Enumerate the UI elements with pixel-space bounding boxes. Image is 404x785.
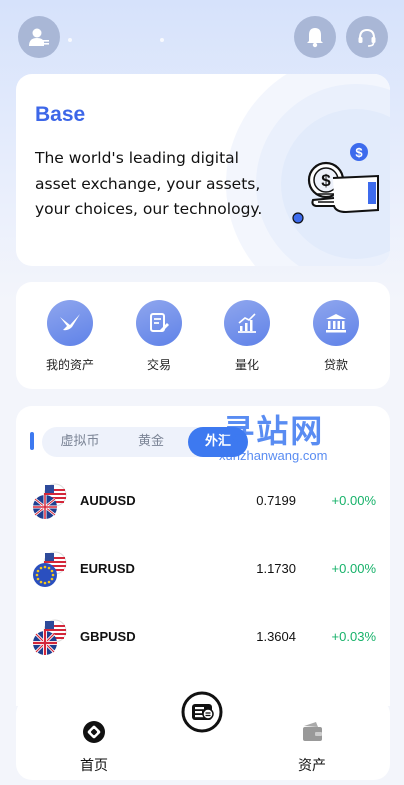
hero-description: The world's leading digital asset exchan… [35,149,263,218]
decor-dot [160,38,164,42]
table-row[interactable]: EURUSD 1.1730 +0.00% [16,542,390,598]
bank-icon [313,300,359,346]
table-row[interactable]: GBPUSD 1.3604 +0.03% [16,610,390,666]
menu-my-assets[interactable]: 我的资产 [40,300,100,373]
menu-label: 我的资产 [45,358,94,372]
section-marker [30,432,34,450]
symbol: GBPUSD [80,629,136,644]
price: 1.1730 [256,561,296,576]
symbol: AUDUSD [80,493,136,508]
bird-icon [47,300,93,346]
market-tabs: 虚拟币 黄金 外汇 [42,427,248,457]
support-button[interactable] [346,16,388,58]
symbol: EURUSD [80,561,135,576]
menu-label: 量化 [234,358,259,372]
user-icon [29,28,49,46]
hero-banner: Base The world's leading digital asset e… [16,74,390,266]
change: +0.00% [331,561,376,576]
price: 1.3604 [256,629,296,644]
menu-trade[interactable]: 交易 [129,300,189,373]
tab-gold[interactable]: 黄金 [118,427,184,457]
menu-label: 贷款 [323,358,348,372]
profile-button[interactable] [18,16,60,58]
home-icon [83,721,105,743]
svg-text:$: $ [321,171,331,190]
change: +0.00% [331,493,376,508]
price: 0.7199 [256,493,296,508]
decor-dot [68,38,72,42]
wallet-icon [303,722,322,741]
headset-icon [358,28,376,47]
hero-title: Base [35,103,86,126]
nav-label: 首页 [80,758,108,774]
change: +0.03% [331,629,376,644]
nav-home[interactable]: 首页 [64,720,124,775]
exchange-button[interactable] [176,686,228,738]
coin-hand-icon: $ $ [292,143,379,224]
nav-label: 资产 [298,758,326,774]
bell-icon [307,28,323,48]
table-row[interactable]: AUDUSD 0.7199 +0.00% [16,474,390,530]
tab-crypto[interactable]: 虚拟币 [42,427,118,457]
australia-flag-icon [33,483,67,519]
menu-quant[interactable]: 量化 [217,300,277,373]
exchange-icon [181,691,223,733]
menu-loan[interactable]: 贷款 [306,300,366,373]
market-list: 虚拟币 黄金 外汇 寻站网 xunzhanwang.com AUDUSD 0.7… [16,406,390,706]
nav-assets[interactable]: 资产 [282,720,342,775]
svg-text:$: $ [355,145,363,160]
uk-flag-icon [33,619,67,655]
notification-button[interactable] [294,16,336,58]
eu-flag-icon [33,551,67,587]
document-edit-icon [136,300,182,346]
chart-icon [224,300,270,346]
tab-forex[interactable]: 外汇 [188,427,248,457]
quick-menu: 我的资产 交易 量化 贷款 [16,282,390,389]
menu-label: 交易 [146,358,171,372]
